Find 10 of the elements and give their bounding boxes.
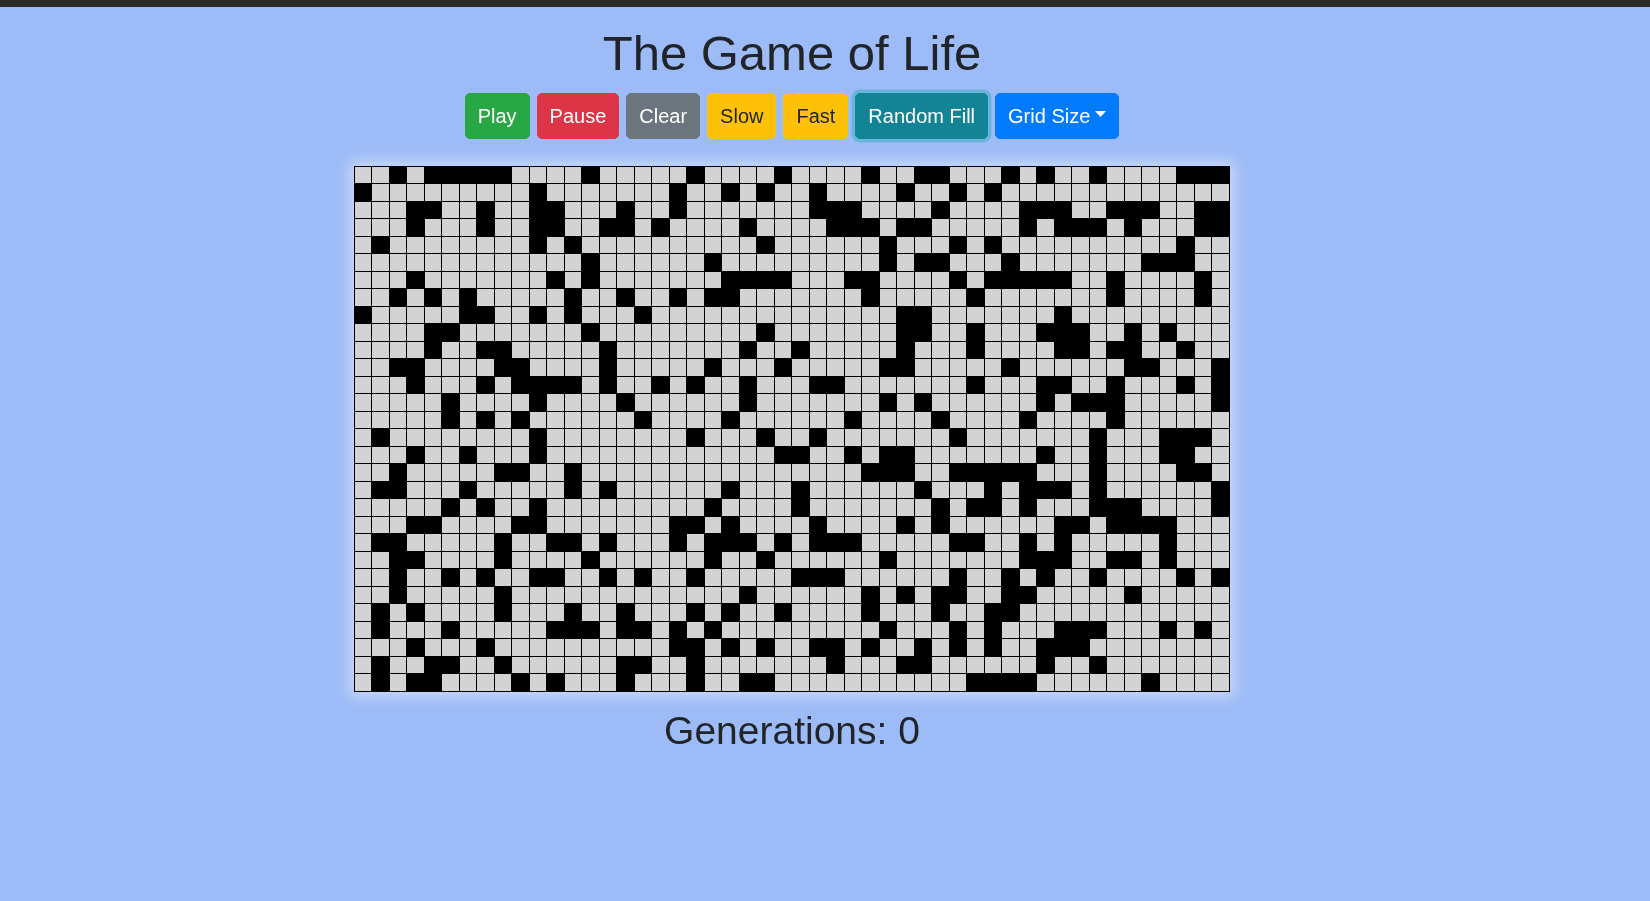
dropdown-button[interactable]: Grid Size [995, 92, 1120, 139]
caret-icon [1095, 111, 1107, 118]
control-button[interactable]: Clear [626, 92, 701, 139]
page-title: The Game of Life [602, 25, 982, 82]
control-button[interactable]: Random Fill [855, 92, 989, 139]
control-button[interactable]: Fast [783, 92, 849, 139]
generation-counter: Generations: 0 [664, 707, 920, 754]
control-button[interactable]: Slow [707, 92, 777, 139]
control-button[interactable]: Pause [536, 92, 620, 139]
control-button[interactable]: Play [464, 92, 530, 139]
